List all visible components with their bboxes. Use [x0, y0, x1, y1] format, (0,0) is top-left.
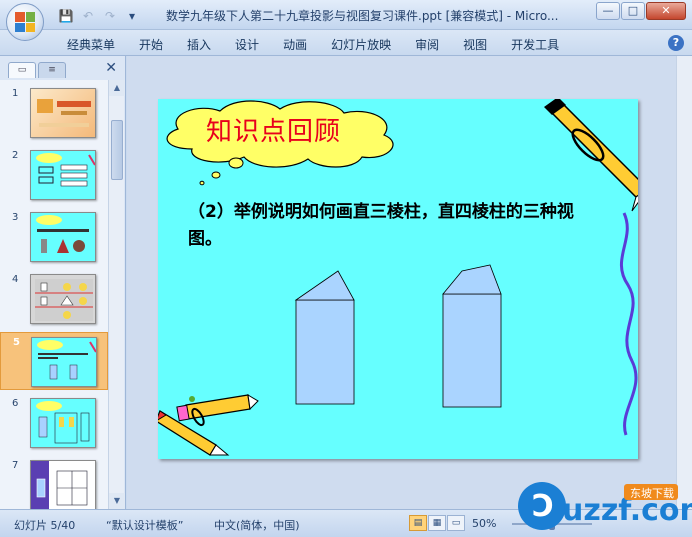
slides-pane: ▭ ≡ ✕ 1 2 3 4 5 6 7 ▲ ▼	[0, 56, 126, 509]
tab-animations[interactable]: 动画	[271, 36, 319, 53]
slide-editor: 知识点回顾 （2）举例说明如何画直三棱柱，直四棱柱的三种视图。	[127, 56, 692, 509]
thumbnail-number: 1	[12, 88, 19, 99]
triangular-prism-drawing	[294, 270, 355, 405]
thumbnail-item[interactable]: 6	[0, 394, 108, 452]
tab-view[interactable]: 视图	[451, 36, 499, 53]
close-button[interactable]: ✕	[646, 2, 686, 20]
customize-qat-icon[interactable]: ▾	[124, 9, 140, 23]
slide-counter: 幻灯片 5/40	[14, 519, 76, 532]
outline-tab-icon[interactable]: ≡	[38, 62, 66, 78]
thumbnail-item[interactable]: 7	[0, 456, 108, 509]
pen-clipart	[544, 99, 638, 436]
title-bar: 💾 ↶ ↷ ▾ 数学九年级下人第二十九章投影与视图复习课件.ppt [兼容模式]…	[0, 0, 692, 41]
slide-title[interactable]: 知识点回顾	[206, 111, 341, 148]
slide-body-text[interactable]: （2）举例说明如何画直三棱柱，直四棱柱的三种视图。	[188, 199, 598, 253]
editor-scrollbar[interactable]	[676, 56, 692, 509]
maximize-button[interactable]: □	[621, 2, 645, 20]
svg-text:Ɔ: Ɔ	[532, 489, 554, 524]
thumbnail-image	[31, 337, 97, 387]
pane-close-icon[interactable]: ✕	[105, 60, 117, 76]
redo-icon[interactable]: ↷	[102, 9, 118, 23]
save-icon[interactable]: 💾	[58, 9, 74, 23]
undo-icon[interactable]: ↶	[80, 9, 96, 23]
thumbnail-number: 4	[12, 274, 19, 285]
thumbnail-number: 7	[12, 460, 19, 471]
thumbnail-item[interactable]: 3	[0, 208, 108, 266]
slides-tab-icon[interactable]: ▭	[8, 62, 36, 78]
pane-tabs: ▭ ≡	[8, 62, 66, 78]
thumbnail-number: 3	[12, 212, 19, 223]
scroll-down-icon[interactable]: ▼	[109, 493, 125, 509]
ribbon: 经典菜单 开始 插入 设计 动画 幻灯片放映 审阅 视图 开发工具 ?	[0, 30, 692, 56]
office-button[interactable]	[6, 3, 44, 41]
current-slide[interactable]: 知识点回顾 （2）举例说明如何画直三棱柱，直四棱柱的三种视图。	[158, 99, 638, 459]
pencils-clipart	[158, 394, 259, 456]
slide-sorter-view-icon[interactable]: ▦	[428, 515, 446, 531]
thumbnail-number: 2	[12, 150, 19, 161]
scroll-up-icon[interactable]: ▲	[109, 80, 125, 96]
thumbnail-item[interactable]: 2	[0, 146, 108, 204]
tab-developer[interactable]: 开发工具	[499, 36, 571, 53]
quadrangular-prism-drawing	[442, 264, 502, 408]
help-icon[interactable]: ?	[668, 35, 684, 51]
thumbnail-number: 5	[13, 337, 20, 348]
thumbnail-item-selected[interactable]: 5	[0, 332, 108, 390]
thumbnail-list: 1 2 3 4 5 6 7	[0, 80, 108, 509]
tab-home[interactable]: 开始	[127, 36, 175, 53]
thumbnail-item[interactable]: 1	[0, 84, 108, 142]
window-controls: — □ ✕	[596, 2, 686, 20]
thumbnail-image	[30, 150, 96, 200]
thumbnail-item[interactable]: 4	[0, 270, 108, 328]
scrollbar-thumb[interactable]	[111, 120, 123, 180]
tab-design[interactable]: 设计	[223, 36, 271, 53]
quick-access-toolbar: 💾 ↶ ↷ ▾	[58, 7, 140, 25]
thumbnail-image	[30, 274, 96, 324]
svg-text:东坡下载: 东坡下载	[630, 487, 674, 500]
thumbnail-scrollbar[interactable]: ▲ ▼	[108, 80, 125, 509]
thumbnail-number: 6	[12, 398, 19, 409]
slide-graphics	[158, 99, 638, 456]
tab-review[interactable]: 审阅	[403, 36, 451, 53]
uzzf-watermark-logo: Ɔ uzzf.com 东坡下载	[518, 482, 692, 530]
minimize-button[interactable]: —	[596, 2, 620, 20]
thumbnail-image	[30, 212, 96, 262]
ribbon-tabs: 经典菜单 开始 插入 设计 动画 幻灯片放映 审阅 视图 开发工具	[55, 36, 571, 53]
thumbnail-image	[30, 88, 96, 138]
window-title: 数学九年级下人第二十九章投影与视图复习课件.ppt [兼容模式] - Micro…	[166, 9, 559, 23]
office-logo-icon	[15, 12, 35, 32]
tab-insert[interactable]: 插入	[175, 36, 223, 53]
thumbnail-image	[30, 460, 96, 509]
language-indicator[interactable]: 中文(简体，中国)	[214, 517, 300, 533]
tab-classic-menu[interactable]: 经典菜单	[55, 36, 127, 53]
zoom-level[interactable]: 50%	[472, 517, 496, 530]
thumbnail-image	[30, 398, 96, 448]
normal-view-icon[interactable]: ▤	[409, 515, 427, 531]
design-template-name[interactable]: “默认设计模板”	[106, 517, 183, 533]
slideshow-view-icon[interactable]: ▭	[447, 515, 465, 531]
tab-slideshow[interactable]: 幻灯片放映	[319, 36, 403, 53]
